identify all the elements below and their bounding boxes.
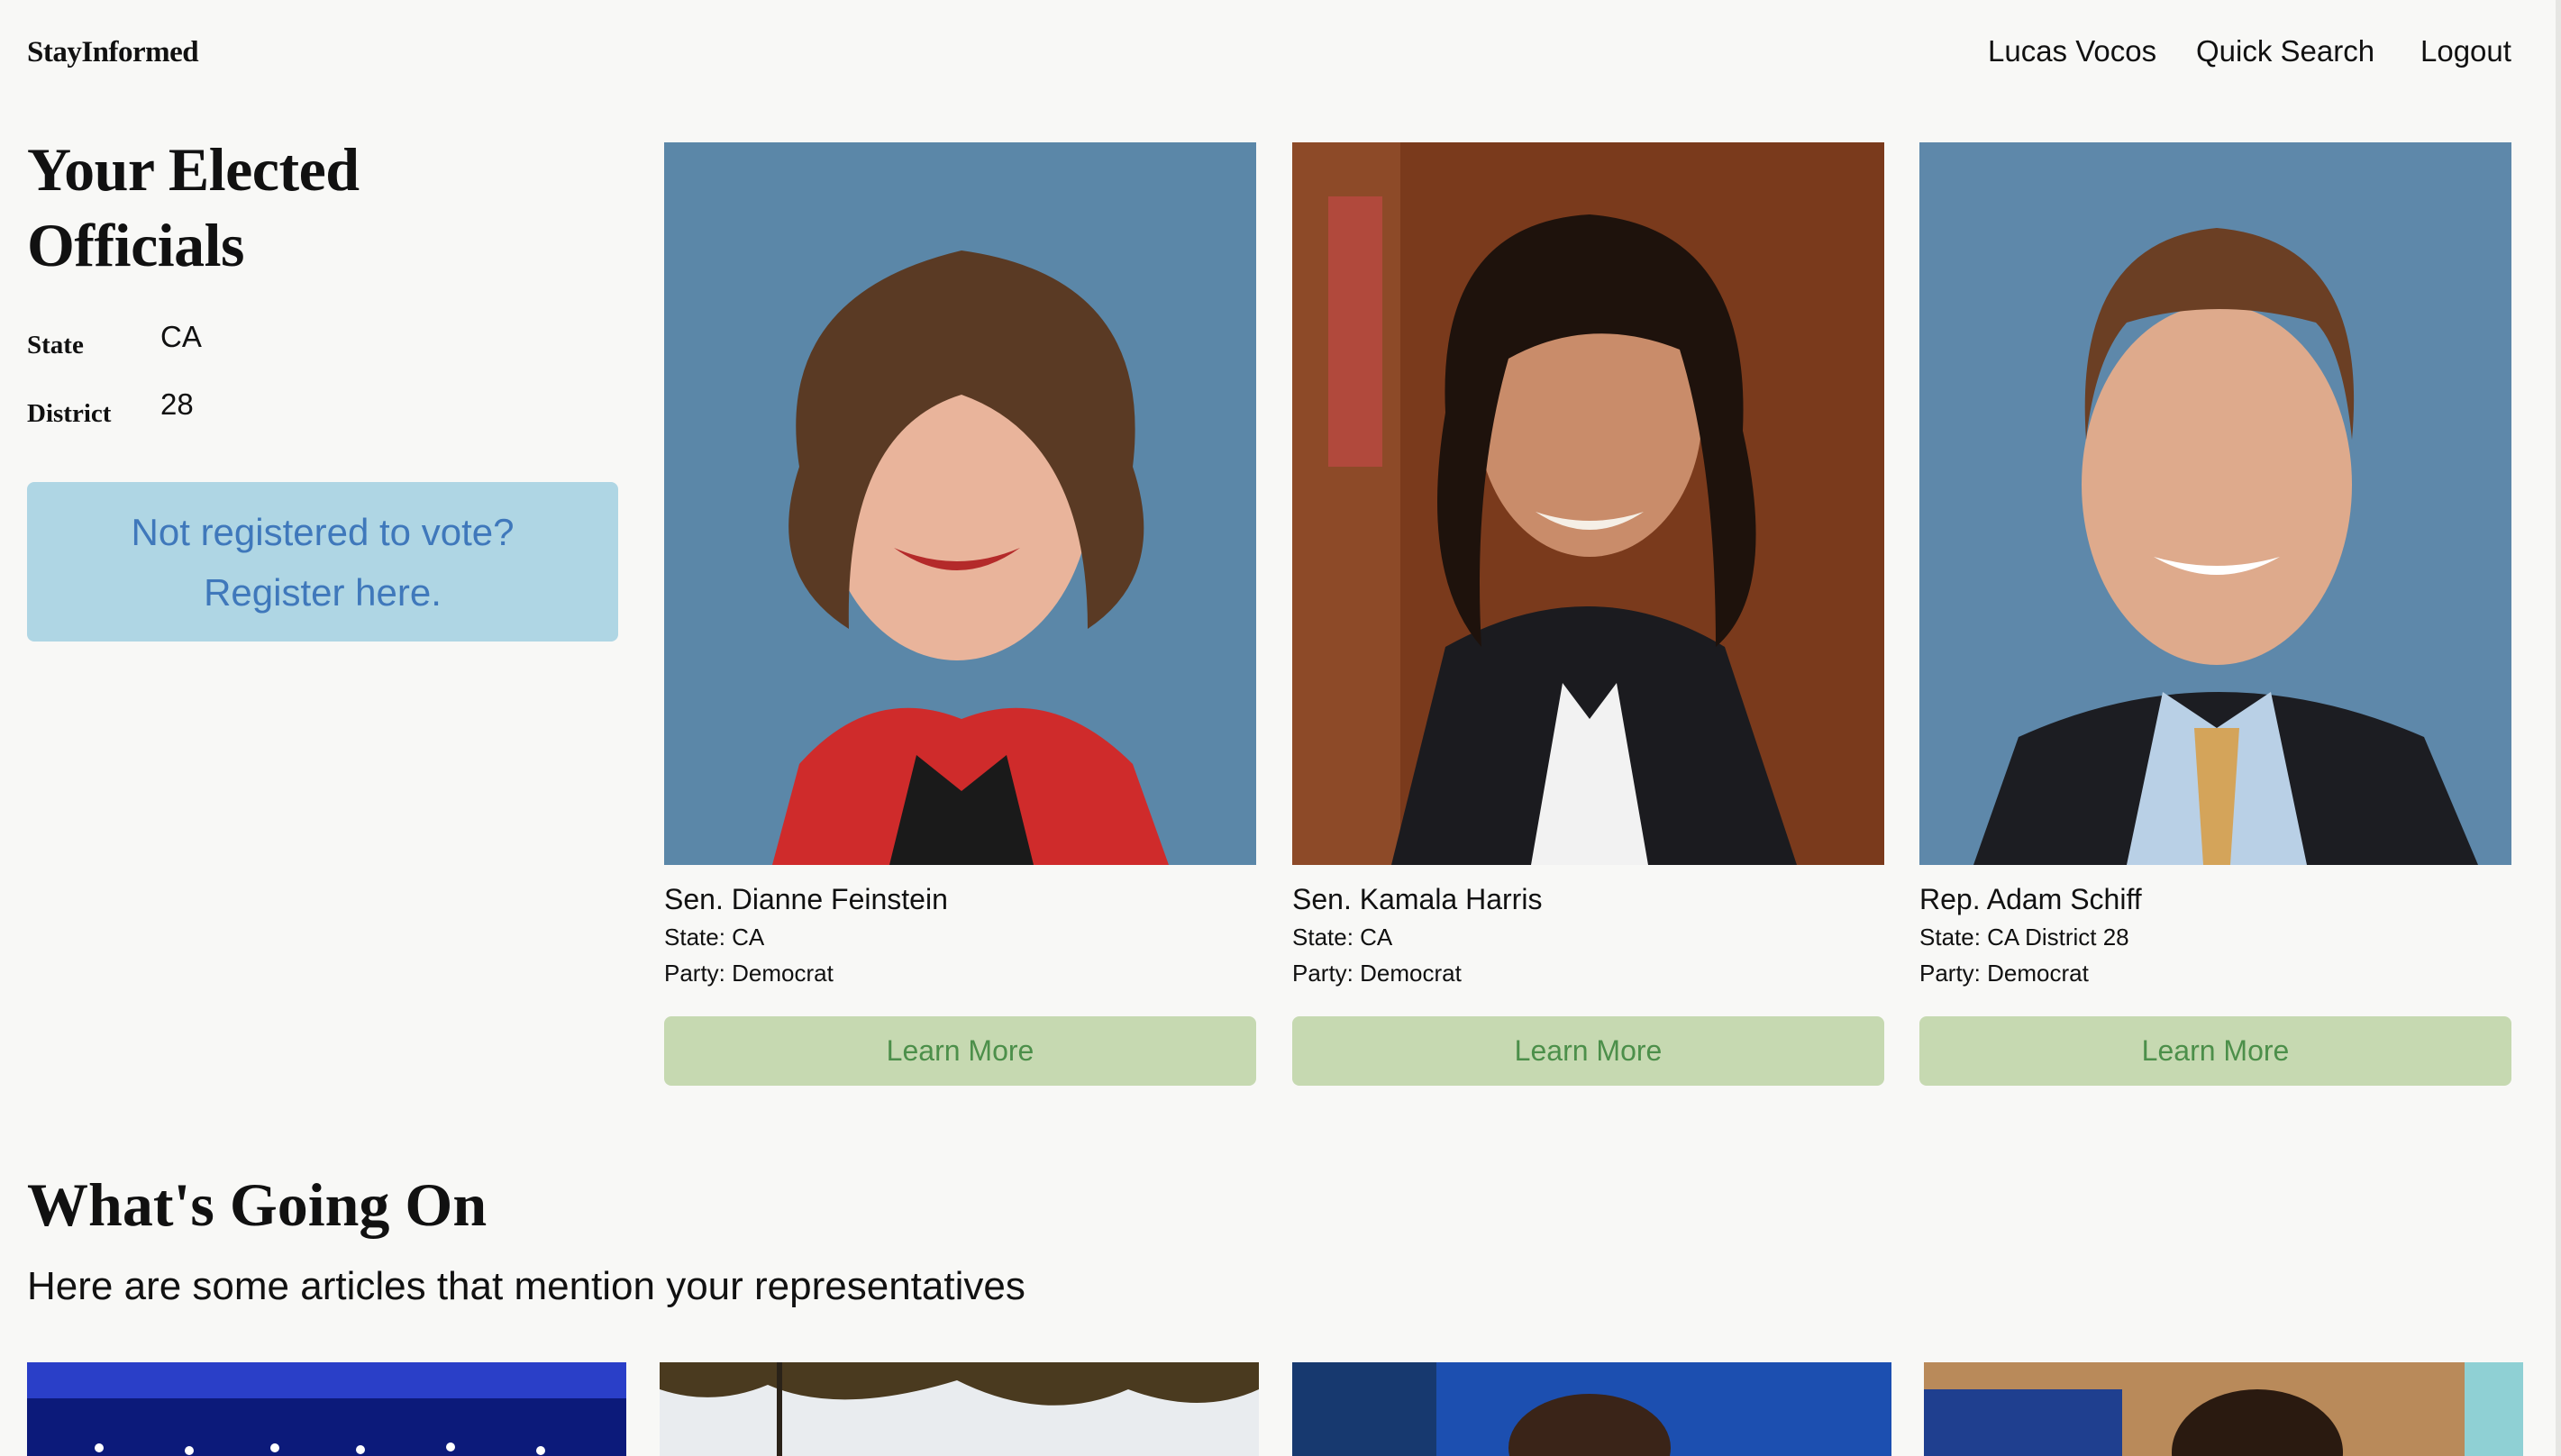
official-party: Party: Democrat — [664, 960, 834, 987]
portrait-image — [1292, 142, 1884, 865]
portrait-image — [664, 142, 1256, 865]
official-party: Party: Democrat — [1919, 960, 2089, 987]
official-state: State: CA — [664, 924, 765, 951]
state-label: State — [27, 331, 84, 359]
page-title: Your Elected Officials — [27, 135, 360, 279]
learn-more-button[interactable]: Learn More — [1919, 1016, 2511, 1086]
article-thumbnail[interactable] — [1924, 1362, 2523, 1456]
article-thumbnail[interactable] — [660, 1362, 1259, 1456]
learn-more-button[interactable]: Learn More — [664, 1016, 1256, 1086]
register-to-vote-button[interactable]: Not registered to vote? Register here. — [27, 482, 618, 642]
scrollbar[interactable] — [2556, 0, 2561, 1456]
learn-more-button[interactable]: Learn More — [1292, 1016, 1884, 1086]
article-image — [27, 1362, 626, 1456]
official-photo[interactable] — [1919, 142, 2511, 865]
district-label: District — [27, 399, 112, 428]
news-section-title: What's Going On — [27, 1170, 488, 1239]
official-photo[interactable] — [664, 142, 1256, 865]
logo[interactable]: StayInformed — [27, 36, 199, 69]
article-thumbnail[interactable] — [1292, 1362, 1891, 1456]
portrait-image — [1919, 142, 2511, 865]
register-label: Not registered to vote? Register here. — [131, 510, 515, 614]
page: StayInformed Lucas Vocos Quick Search Lo… — [0, 0, 2561, 1456]
official-party: Party: Democrat — [1292, 960, 1462, 987]
official-photo[interactable] — [1292, 142, 1884, 865]
official-name: Sen. Dianne Feinstein — [664, 883, 948, 915]
nav-user-profile[interactable]: Lucas Vocos — [1988, 34, 2156, 68]
official-card: Rep. Adam Schiff State: CA District 28 P… — [1919, 142, 2511, 1086]
article-image — [1924, 1362, 2523, 1456]
nav-quick-search[interactable]: Quick Search — [2196, 34, 2374, 68]
news-section-subtitle: Here are some articles that mention your… — [27, 1264, 1025, 1308]
official-state: State: CA District 28 — [1919, 924, 2129, 951]
state-value: CA — [160, 320, 202, 353]
official-card: Sen. Kamala Harris State: CA Party: Demo… — [1292, 142, 1884, 1086]
article-thumbnail[interactable] — [27, 1362, 626, 1456]
nav-logout[interactable]: Logout — [2420, 34, 2511, 68]
district-value: 28 — [160, 387, 194, 421]
article-image — [1292, 1362, 1891, 1456]
official-name: Rep. Adam Schiff — [1919, 883, 2142, 915]
official-card: Sen. Dianne Feinstein State: CA Party: D… — [664, 142, 1256, 1086]
official-state: State: CA — [1292, 924, 1393, 951]
article-image — [660, 1362, 1259, 1456]
official-name: Sen. Kamala Harris — [1292, 883, 1543, 915]
